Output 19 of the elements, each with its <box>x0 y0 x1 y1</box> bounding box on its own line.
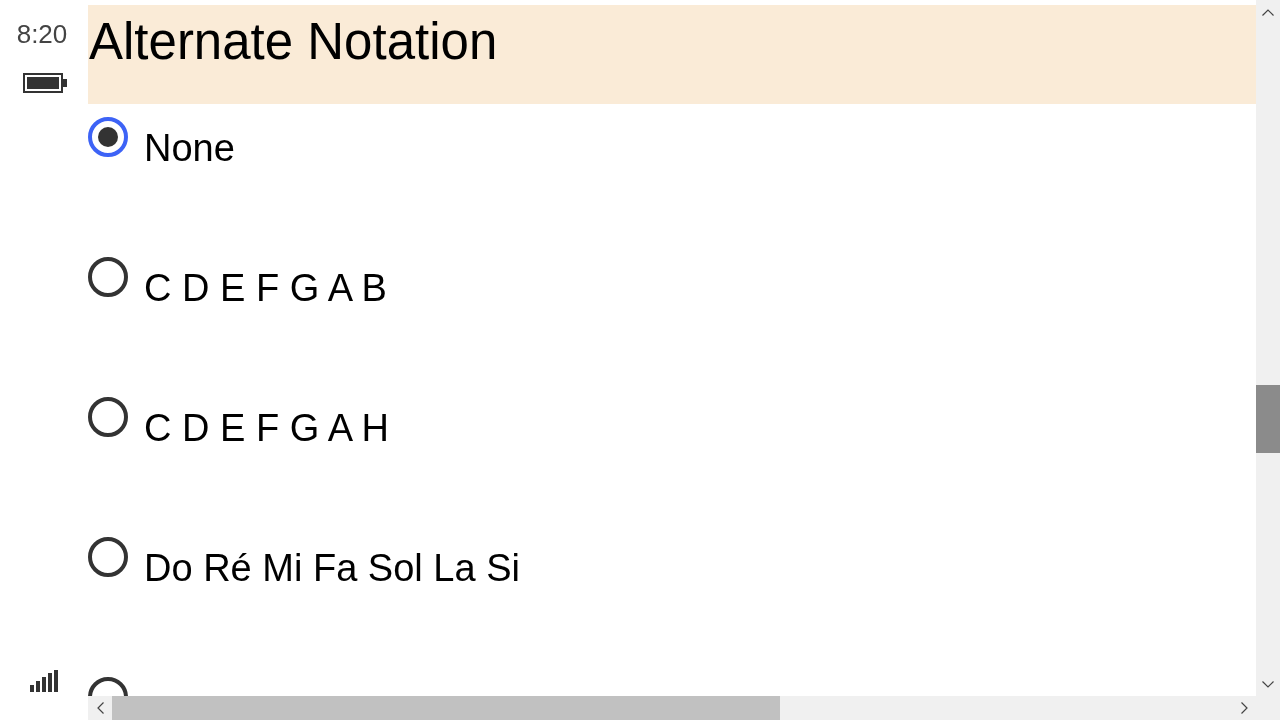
scrollbar-thumb[interactable] <box>1256 385 1280 453</box>
chevron-down-icon <box>1262 680 1274 688</box>
option-label[interactable]: C D E F G A B <box>144 263 387 313</box>
radio-button[interactable] <box>88 537 128 577</box>
radio-button[interactable] <box>88 257 128 297</box>
radio-button[interactable] <box>88 117 128 157</box>
option-label[interactable]: Do Ré Mi Fa Sol La Si <box>144 543 520 593</box>
section-title: Alternate Notation <box>89 12 498 72</box>
option-label[interactable]: C D E F G A H <box>144 403 389 453</box>
scrollbar-thumb[interactable] <box>112 696 780 720</box>
signal-strength-icon <box>30 670 58 692</box>
clock-time: 8:20 <box>16 19 68 49</box>
chevron-up-icon <box>1262 8 1274 16</box>
battery-icon <box>23 73 67 93</box>
radio-button[interactable] <box>88 677 128 696</box>
radio-button[interactable] <box>88 397 128 437</box>
option-label[interactable]: None <box>144 123 235 173</box>
chevron-right-icon <box>1240 702 1248 714</box>
chevron-left-icon <box>96 702 104 714</box>
